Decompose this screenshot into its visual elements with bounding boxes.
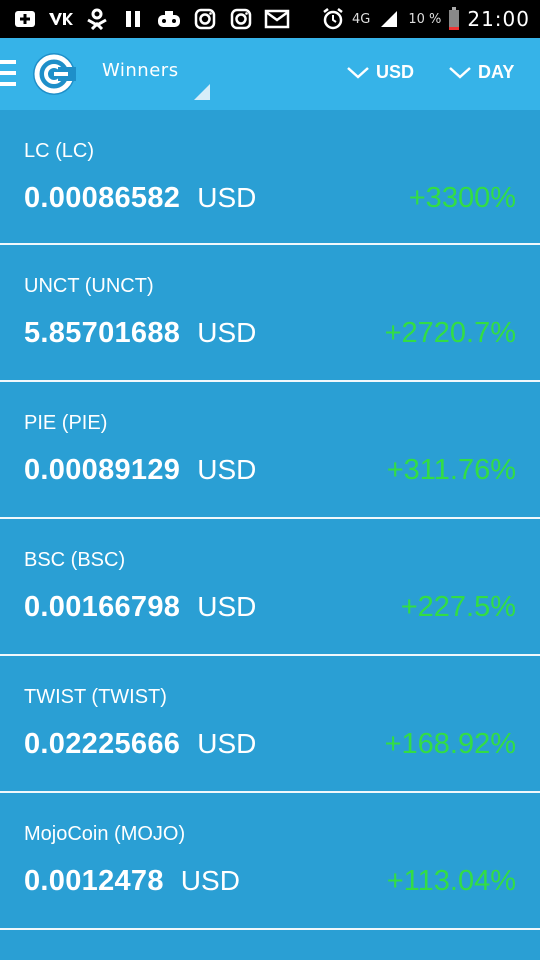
coin-row[interactable]: LC (LC) 0.00086582 USD +3300%	[0, 110, 540, 245]
coin-price: 0.00089129	[24, 454, 181, 486]
filter-dropdown[interactable]: Winners	[102, 60, 210, 100]
coin-name: MojoCoin (MOJO)	[24, 823, 186, 845]
coin-row[interactable]: MojoCoin (MOJO) 0.0012478 USD +113.04%	[0, 793, 540, 930]
price-line: 5.85701688 USD	[24, 317, 256, 350]
status-bar: 4G 10 % 21:00	[0, 0, 540, 38]
chevron-down-icon	[347, 66, 369, 79]
period-dropdown[interactable]: DAY	[448, 62, 514, 83]
menu-icon[interactable]	[0, 60, 16, 86]
coin-price: 5.85701688	[24, 317, 181, 349]
vk-icon	[48, 6, 74, 32]
coin-row[interactable]: UNCT (UNCT) 5.85701688 USD +2720.7%	[0, 245, 540, 382]
price-line: 0.0012478 USD	[24, 865, 240, 898]
coin-name: UNCT (UNCT)	[24, 275, 154, 297]
price-unit: USD	[197, 317, 257, 348]
price-change: +3300%	[408, 182, 516, 214]
instagram-icon	[228, 6, 254, 32]
price-change: +113.04%	[386, 865, 516, 897]
coin-price: 0.00166798	[24, 591, 181, 623]
price-unit: USD	[180, 865, 240, 896]
price-unit: USD	[197, 454, 257, 485]
coin-row[interactable]: TWIST (TWIST) 0.02225666 USD +168.92%	[0, 656, 540, 793]
currency-dropdown[interactable]: USD	[346, 62, 414, 83]
app-logo	[32, 52, 76, 96]
instagram-icon	[192, 6, 218, 32]
price-change: +2720.7%	[384, 317, 516, 349]
gamepad-icon	[156, 6, 182, 32]
price-line: 0.00089129 USD	[24, 454, 256, 487]
signal-icon	[376, 6, 402, 32]
coin-price: 0.00086582	[24, 182, 181, 214]
price-line: 0.00166798 USD	[24, 591, 256, 624]
notification-icons	[0, 6, 290, 32]
coin-price: 0.02225666	[24, 728, 181, 760]
price-unit: USD	[197, 182, 257, 213]
clock: 21:00	[467, 7, 530, 31]
coin-list: LC (LC) 0.00086582 USD +3300% UNCT (UNCT…	[0, 110, 540, 930]
period-label: DAY	[478, 62, 515, 82]
price-unit: USD	[197, 591, 257, 622]
app-bar: Winners USD DAY	[0, 38, 540, 110]
alarm-icon	[320, 6, 346, 32]
coin-name: PIE (PIE)	[24, 412, 108, 434]
coin-row[interactable]: BSC (BSC) 0.00166798 USD +227.5%	[0, 519, 540, 656]
price-unit: USD	[197, 728, 257, 759]
network-type: 4G	[351, 11, 371, 27]
coin-price: 0.0012478	[24, 865, 164, 897]
price-line: 0.02225666 USD	[24, 728, 256, 761]
battery-icon	[447, 6, 461, 32]
chevron-down-icon	[449, 66, 471, 79]
mail-icon	[264, 6, 290, 32]
coin-name: TWIST (TWIST)	[24, 686, 167, 708]
system-icons: 4G 10 % 21:00	[320, 6, 540, 32]
price-change: +311.76%	[386, 454, 516, 486]
coin-name: BSC (BSC)	[24, 549, 126, 571]
coin-name: LC (LC)	[24, 140, 95, 162]
filter-label: Winners	[102, 60, 179, 81]
battery-percent: 10 %	[408, 11, 442, 27]
add-box-icon	[12, 6, 38, 32]
price-change: +227.5%	[400, 591, 516, 623]
price-line: 0.00086582 USD	[24, 182, 256, 215]
currency-label: USD	[376, 62, 415, 82]
price-change: +168.92%	[384, 728, 516, 760]
pause-icon	[120, 6, 146, 32]
coin-row[interactable]: PIE (PIE) 0.00089129 USD +311.76%	[0, 382, 540, 519]
dropdown-corner-icon	[194, 84, 210, 100]
odnoklassniki-icon	[84, 6, 110, 32]
